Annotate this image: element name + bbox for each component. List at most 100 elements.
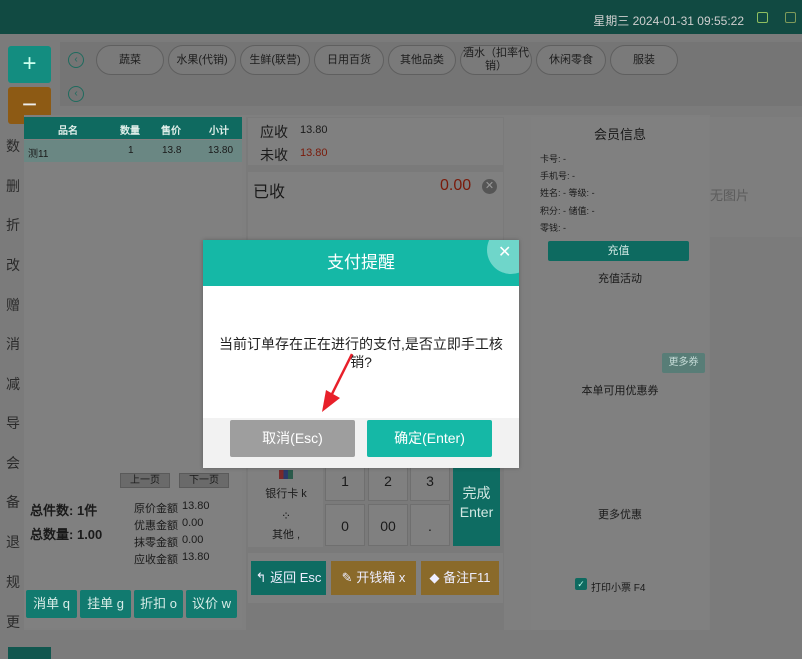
rounding-amount-value: 0.00 <box>182 534 204 546</box>
rounding-amount-label: 抹零金额 <box>134 537 178 549</box>
key-0[interactable]: 0 <box>325 504 365 546</box>
change-value: - <box>563 223 567 233</box>
table-row[interactable]: 测11 1 13.8 13.80 <box>24 140 242 162</box>
open-cash-drawer-label: 开钱箱 x <box>356 570 406 585</box>
sidebar-item[interactable]: 赠 <box>6 295 26 315</box>
phone-value: - <box>572 171 576 181</box>
sidebar-item[interactable]: 会 <box>6 453 26 473</box>
hold-order-button[interactable]: 挂单 g <box>80 590 131 618</box>
print-receipt-checkbox[interactable]: ✓ <box>575 578 587 590</box>
due-label: 应收 <box>260 124 288 140</box>
discount-button[interactable]: 折扣 o <box>134 590 183 618</box>
category-sub-prev-icon[interactable]: ‹ <box>68 86 84 102</box>
payment-reminder-dialog: 支付提醒 ✕ 当前订单存在正在进行的支付,是否立即手工核销? 取消(Esc) 确… <box>203 240 519 468</box>
clear-received-icon[interactable]: ✕ <box>482 179 497 194</box>
order-table-header: 品名 数量 售价 小计 <box>24 117 242 139</box>
sidebar-item[interactable]: 规 <box>6 572 26 592</box>
received-value: 0.00 <box>440 177 472 194</box>
stored-value: - <box>591 206 595 216</box>
prev-page-button[interactable]: 上一页 <box>120 473 170 488</box>
more-coupons-button[interactable]: 更多券 <box>662 353 705 373</box>
stored-label: 储值: <box>568 206 590 216</box>
total-items-value: 1件 <box>76 503 98 518</box>
member-title: 会员信息 <box>593 127 646 142</box>
more-offers-label[interactable]: 更多优惠 <box>531 506 709 522</box>
unpaid-value: 13.80 <box>300 147 328 159</box>
cell-subtotal: 13.80 <box>208 145 234 156</box>
bank-card-label: 银行卡 k <box>265 488 307 500</box>
key-dot[interactable]: . <box>410 504 450 546</box>
total-qty-value: 1.00 <box>76 527 103 542</box>
name-label: 姓名: <box>540 188 561 198</box>
category-tab[interactable]: 休闲零食 <box>536 45 606 75</box>
level-value: - <box>591 188 595 198</box>
sidebar-item[interactable]: 退 <box>6 532 26 552</box>
due-value: 13.80 <box>300 124 328 136</box>
dialog-message: 当前订单存在正在进行的支付,是否立即手工核销? <box>219 336 503 370</box>
recharge-button[interactable]: 充值 <box>548 241 689 261</box>
category-tab[interactable]: 其他品类 <box>388 45 456 75</box>
sidebar-item[interactable]: 删 <box>6 176 26 196</box>
back-icon: ↰ <box>255 570 267 585</box>
total-qty-label: 总数量: <box>30 527 74 542</box>
cancel-button[interactable]: 取消(Esc) <box>230 420 355 457</box>
confirm-button[interactable]: 确定(Enter) <box>367 420 492 457</box>
col-price: 售价 <box>161 126 181 137</box>
remark-button[interactable]: ◆ 备注F11 <box>421 561 499 595</box>
sidebar-item[interactable]: 数 <box>6 136 26 156</box>
sidebar-item[interactable]: 改 <box>6 255 26 275</box>
next-page-button[interactable]: 下一页 <box>179 473 229 488</box>
recharge-activity-label: 充值活动 <box>598 273 642 285</box>
bank-card-method[interactable]: 银行卡 k <box>252 470 320 501</box>
annotation-arrow-icon <box>322 353 354 412</box>
remark-label: 备注F11 <box>443 570 491 585</box>
category-tab[interactable]: 日用百货 <box>314 45 384 75</box>
close-icon: ✕ <box>498 244 512 261</box>
other-method[interactable]: ⁘ 其他 , <box>252 510 320 542</box>
cell-name: 测11 <box>28 149 49 160</box>
category-prev-icon[interactable]: ‹ <box>68 52 84 68</box>
points-label: 积分: <box>540 206 561 216</box>
sidebar-item[interactable]: 导 <box>6 413 26 433</box>
col-subtotal: 小计 <box>209 126 229 137</box>
product-image-placeholder: 无图片 <box>710 117 802 237</box>
sidebar-bottom-button[interactable] <box>8 647 51 659</box>
discount-amount-label: 优惠金额 <box>134 520 178 532</box>
open-cash-drawer-button[interactable]: ✎ 开钱箱 x <box>331 561 416 595</box>
void-order-button[interactable]: 消单 q <box>26 590 77 618</box>
category-tab[interactable]: 生鲜(联营) <box>240 45 310 75</box>
total-items-label: 总件数: <box>30 503 74 518</box>
sidebar-item[interactable]: 消 <box>6 334 26 354</box>
datetime-label: 星期三 2024-01-31 09:55:22 <box>593 14 744 28</box>
key-00[interactable]: 00 <box>368 504 408 546</box>
discount-amount-value: 0.00 <box>182 517 204 529</box>
received-label: 已收 <box>253 184 286 201</box>
drawer-icon: ✎ <box>341 570 353 585</box>
category-tab[interactable]: 服装 <box>610 45 678 75</box>
category-tab[interactable]: 水果(代销) <box>168 45 236 75</box>
category-tab[interactable]: 蔬菜 <box>96 45 164 75</box>
sidebar-item[interactable]: 减 <box>6 374 26 394</box>
level-label: 等级: <box>568 188 590 198</box>
tag-icon: ◆ <box>429 570 440 585</box>
finish-button[interactable]: 完成 Enter <box>453 466 500 546</box>
points-value: - <box>563 206 567 216</box>
available-coupons-label: 本单可用优惠券 <box>581 385 659 397</box>
back-label: 返回 Esc <box>270 570 322 585</box>
network-icon[interactable] <box>757 12 768 23</box>
add-button[interactable]: + <box>8 46 51 83</box>
negotiate-price-button[interactable]: 议价 w <box>186 590 237 618</box>
cell-price: 13.8 <box>162 145 182 156</box>
card-label: 卡号: <box>540 154 561 164</box>
print-receipt-label: 打印小票 F4 <box>591 583 646 594</box>
settings-icon[interactable] <box>785 12 796 23</box>
original-amount-label: 原价金额 <box>134 503 178 515</box>
phone-label: 手机号: <box>540 171 570 181</box>
back-button[interactable]: ↰ 返回 Esc <box>251 561 326 595</box>
member-card: 卡号: - <box>540 152 566 165</box>
category-tab[interactable]: 酒水（扣率代销） <box>460 45 532 75</box>
sidebar-item[interactable]: 更 <box>6 612 26 632</box>
receivable-amount-value: 13.80 <box>182 551 210 563</box>
sidebar-item[interactable]: 折 <box>6 215 26 235</box>
sidebar-item[interactable]: 备 <box>6 492 26 512</box>
